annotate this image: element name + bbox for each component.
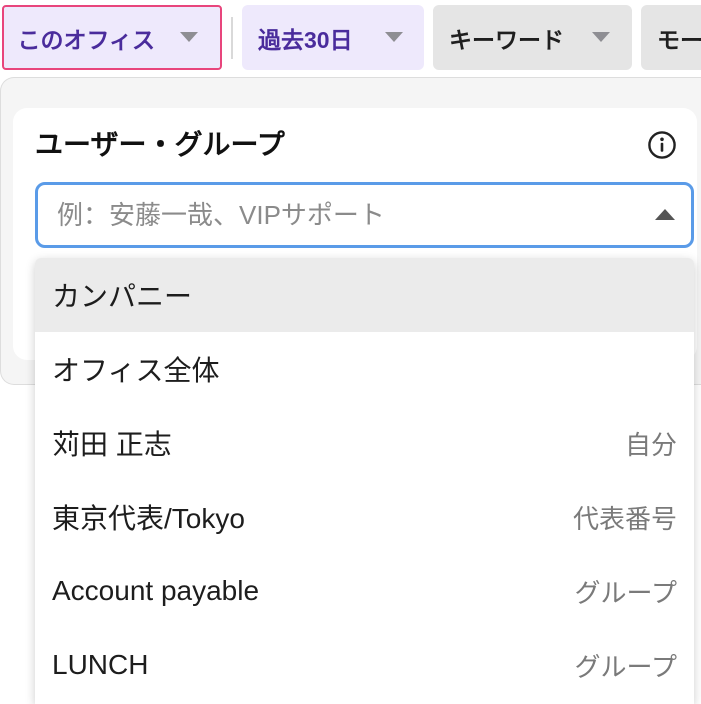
filter-chip-date-range[interactable]: 過去30日 bbox=[242, 5, 424, 70]
filter-chip-keyword[interactable]: キーワード bbox=[433, 5, 632, 70]
filter-chip-office[interactable]: このオフィス bbox=[2, 5, 222, 70]
option-main-number[interactable]: 東京代表/Tokyo 代表番号 bbox=[35, 480, 694, 554]
option-whole-office[interactable]: オフィス全体 bbox=[35, 332, 694, 406]
chevron-down-icon bbox=[592, 32, 610, 42]
option-label: 東京代表/Tokyo bbox=[52, 503, 245, 534]
option-tag: 自分 bbox=[624, 429, 677, 460]
user-group-search-input[interactable] bbox=[38, 185, 638, 245]
option-group-lunch[interactable]: LUNCH グループ bbox=[35, 628, 694, 702]
filter-chip-label: このオフィス bbox=[17, 26, 156, 53]
filter-chip-label: 過去30日 bbox=[258, 26, 353, 53]
filter-chip-label: キーワード bbox=[449, 26, 564, 53]
option-label: オフィス全体 bbox=[52, 355, 220, 386]
option-tag: 代表番号 bbox=[572, 503, 677, 534]
filter-chip-mode[interactable]: モー bbox=[641, 5, 701, 70]
option-tag: グループ bbox=[574, 651, 677, 682]
filter-chip-label: モー bbox=[657, 26, 701, 53]
user-group-search-box[interactable] bbox=[35, 182, 694, 248]
app-window: このオフィス 過去30日 キーワード モー ユーザー・グループ カンパニー オ bbox=[0, 0, 701, 704]
caret-up-icon[interactable] bbox=[655, 209, 675, 220]
info-icon[interactable] bbox=[647, 130, 677, 160]
option-label: 苅田 正志 bbox=[52, 429, 172, 460]
option-user-self[interactable]: 苅田 正志 自分 bbox=[35, 406, 694, 480]
filter-separator bbox=[231, 17, 233, 59]
panel-title: ユーザー・グループ bbox=[35, 129, 285, 160]
option-company[interactable]: カンパニー bbox=[35, 258, 694, 332]
option-label: Account payable bbox=[52, 575, 260, 606]
user-group-dropdown: カンパニー オフィス全体 苅田 正志 自分 東京代表/Tokyo 代表番号 Ac… bbox=[35, 258, 694, 704]
chevron-down-icon bbox=[180, 32, 198, 42]
option-group-account-payable[interactable]: Account payable グループ bbox=[35, 554, 694, 628]
option-label: カンパニー bbox=[52, 281, 193, 312]
option-tag: グループ bbox=[574, 577, 677, 608]
chevron-down-icon bbox=[385, 32, 403, 42]
option-label: LUNCH bbox=[52, 649, 149, 680]
